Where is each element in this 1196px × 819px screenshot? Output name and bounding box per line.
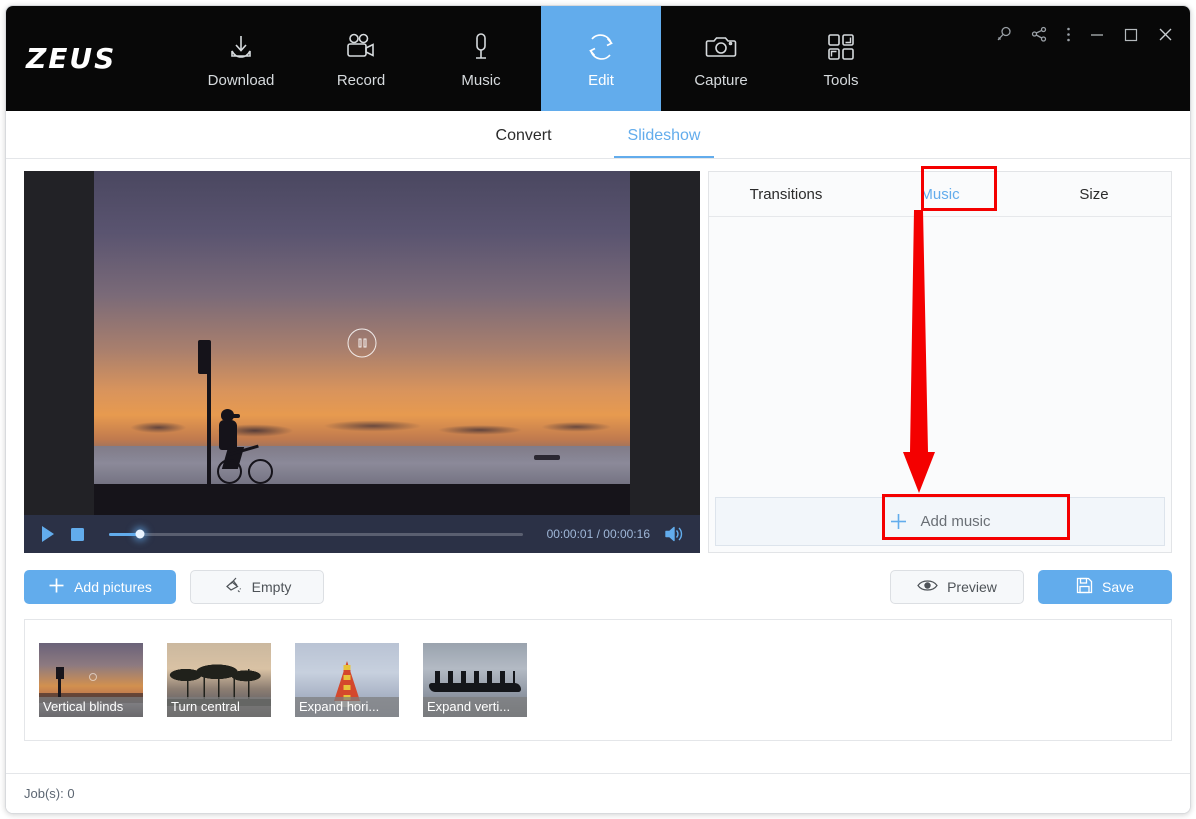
app-header: ZEUS Download Record Music Edit Capture …: [6, 6, 1190, 111]
grid-squares-icon: [825, 29, 857, 65]
save-label: Save: [1102, 579, 1134, 595]
plus-icon: [48, 577, 65, 597]
microphone-icon: [467, 29, 495, 65]
more-options-icon[interactable]: [1066, 26, 1071, 43]
slide-caption: Turn central: [167, 697, 271, 717]
refresh-cycle-icon: [584, 29, 618, 65]
nav-label: Music: [461, 71, 501, 89]
floppy-disk-icon: [1076, 577, 1093, 597]
nav-item-download[interactable]: Download: [181, 6, 301, 111]
time-display: 00:00:01 / 00:00:16: [546, 527, 650, 541]
nav-label: Capture: [694, 71, 748, 89]
empty-button[interactable]: Empty: [190, 570, 324, 604]
volume-icon[interactable]: [664, 525, 684, 543]
editor-upper-area: 00:00:01 / 00:00:16 Transitions Music Si…: [6, 159, 1190, 553]
slide-thumbnail[interactable]: Vertical blinds: [39, 643, 143, 717]
video-stage: [24, 171, 700, 515]
slide-thumbnail[interactable]: Expand verti...: [423, 643, 527, 717]
nav-item-capture[interactable]: Capture: [661, 6, 781, 111]
right-panel: Transitions Music Size Add music: [708, 166, 1172, 553]
nav-item-record[interactable]: Record: [301, 6, 421, 111]
add-music-button[interactable]: Add music: [715, 497, 1165, 546]
nav-item-tools[interactable]: Tools: [781, 6, 901, 111]
add-pictures-button[interactable]: Add pictures: [24, 570, 176, 604]
slide-thumbnail[interactable]: Expand hori...: [295, 643, 399, 717]
tab-transitions[interactable]: Transitions: [709, 186, 863, 203]
preview-label: Preview: [947, 579, 997, 595]
empty-label: Empty: [251, 579, 292, 595]
download-icon: [225, 29, 257, 65]
mode-tabs: Convert Slideshow: [6, 111, 1190, 159]
slide-caption: Expand verti...: [423, 697, 527, 717]
plus-icon: [889, 512, 908, 531]
save-button[interactable]: Save: [1038, 570, 1172, 604]
progress-slider[interactable]: [109, 529, 523, 539]
slide-thumbnail[interactable]: Turn central: [167, 643, 271, 717]
main-nav: Download Record Music Edit Capture Tools: [181, 6, 901, 111]
add-pictures-label: Add pictures: [74, 579, 152, 595]
slide-caption: Vertical blinds: [39, 697, 143, 717]
add-music-label: Add music: [920, 513, 991, 530]
tab-music[interactable]: Music: [863, 186, 1017, 203]
tab-size[interactable]: Size: [1017, 186, 1171, 203]
music-list: [709, 217, 1171, 497]
pause-icon: [358, 338, 366, 348]
minimize-button[interactable]: [1089, 27, 1105, 43]
nav-label: Tools: [823, 71, 859, 89]
eye-icon: [917, 578, 938, 596]
status-bar: Job(s): 0: [6, 773, 1190, 813]
pause-overlay-button[interactable]: [347, 328, 377, 358]
window-controls: [996, 26, 1174, 43]
broom-icon: [223, 576, 243, 598]
tab-convert[interactable]: Convert: [482, 127, 566, 158]
nav-label: Edit: [588, 71, 614, 89]
play-button[interactable]: [40, 525, 56, 543]
app-window: ZEUS Download Record Music Edit Capture …: [5, 5, 1191, 814]
app-logo: ZEUS: [26, 42, 117, 75]
camera-icon: [704, 29, 738, 65]
share-icon[interactable]: [1031, 26, 1048, 43]
right-panel-tabs: Transitions Music Size: [709, 172, 1171, 217]
video-camera-icon: [344, 29, 378, 65]
nav-item-music[interactable]: Music: [421, 6, 541, 111]
nav-item-edit[interactable]: Edit: [541, 6, 661, 111]
player-controls: 00:00:01 / 00:00:16: [24, 515, 700, 553]
main-body: 00:00:01 / 00:00:16 Transitions Music Si…: [6, 159, 1190, 813]
video-player: 00:00:01 / 00:00:16: [24, 171, 700, 553]
search-icon[interactable]: [996, 26, 1013, 43]
tab-slideshow[interactable]: Slideshow: [613, 127, 715, 158]
close-button[interactable]: [1157, 26, 1174, 43]
maximize-button[interactable]: [1123, 27, 1139, 43]
slides-strip: Vertical blinds Turn central Expand hori…: [24, 619, 1172, 741]
nav-label: Download: [207, 71, 275, 89]
stop-button[interactable]: [70, 527, 85, 542]
progress-knob[interactable]: [135, 529, 145, 539]
slide-caption: Expand hori...: [295, 697, 399, 717]
nav-label: Record: [336, 71, 386, 89]
jobs-count: Job(s): 0: [24, 786, 75, 801]
preview-button[interactable]: Preview: [890, 570, 1024, 604]
action-buttons-row: Add pictures Empty Preview Save: [6, 553, 1190, 609]
